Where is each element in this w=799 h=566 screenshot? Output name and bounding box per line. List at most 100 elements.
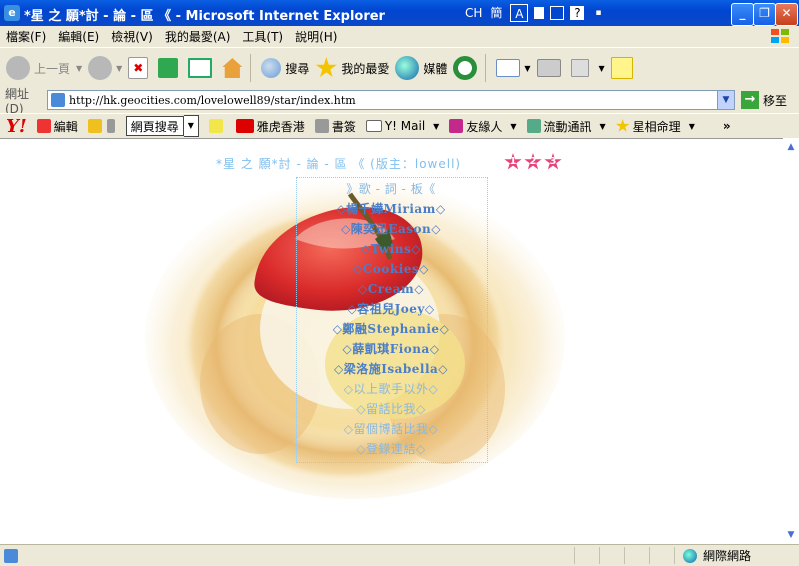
- ime-help-icon[interactable]: ?: [570, 6, 585, 20]
- scroll-up-icon[interactable]: ▲: [786, 142, 796, 152]
- nav-twins[interactable]: ◇Twins◇: [296, 239, 486, 259]
- nav-fiona[interactable]: ◇薛凱琪Fiona◇: [296, 339, 486, 359]
- restore-button[interactable]: ❐: [753, 3, 776, 26]
- title-bar: e *星 之 願*討 - 論 - 區 《 - Microsoft Interne…: [0, 0, 799, 26]
- nav-cream[interactable]: ◇Cream◇: [296, 279, 486, 299]
- yahoo-edit-button[interactable]: 編輯: [36, 118, 78, 135]
- forward-button[interactable]: ▼: [88, 51, 122, 85]
- ime-toolbar[interactable]: CH 簡 A ? ▪: [465, 4, 606, 22]
- ime-pad-icon[interactable]: [550, 6, 565, 20]
- security-zone: 網際網路: [703, 549, 752, 563]
- nav-other-singers[interactable]: ◇以上歌手以外◇: [296, 379, 486, 399]
- search-button[interactable]: 搜尋: [261, 51, 309, 85]
- note-icon: [610, 57, 633, 79]
- nav-links[interactable]: ◇登錄連結◇: [296, 439, 486, 459]
- yahoo-alert-button[interactable]: [87, 119, 105, 133]
- star-badge-1: 1: [504, 153, 522, 170]
- mobile-link[interactable]: 流動通訊 ▼: [526, 118, 606, 135]
- address-dropdown-icon[interactable]: ▼: [717, 91, 734, 109]
- highlight-button[interactable]: [208, 119, 226, 133]
- yahoo-search-select[interactable]: 網頁搜尋: [125, 116, 184, 136]
- back-arrow-icon: [6, 56, 30, 80]
- envelope-icon: [365, 120, 382, 132]
- ime-mode[interactable]: 簡: [488, 4, 504, 22]
- mail-button[interactable]: ▼: [496, 51, 531, 85]
- nav-stephanie[interactable]: ◇鄭融Stephanie◇: [296, 319, 486, 339]
- page-icon: [51, 93, 65, 107]
- close-button[interactable]: ✕: [775, 3, 798, 26]
- history-button[interactable]: [453, 51, 481, 85]
- astrology-dropdown-icon[interactable]: ▼: [689, 122, 695, 131]
- stop-button[interactable]: ✖: [128, 51, 152, 85]
- search-dropdown-icon[interactable]: ▼: [183, 115, 199, 137]
- yahoo-hk-link[interactable]: 雅虎香港: [235, 118, 305, 135]
- book-icon: [314, 119, 329, 133]
- media-button[interactable]: 媒體: [395, 51, 447, 85]
- mail-dropdown-icon[interactable]: ▼: [524, 64, 530, 73]
- menu-tools[interactable]: 工具(T): [236, 28, 289, 45]
- edit-page-dropdown-icon[interactable]: ▼: [599, 64, 605, 73]
- edit-page-button[interactable]: ▼: [570, 51, 605, 85]
- nav-miriam[interactable]: ◇楊千嬅Miriam◇: [296, 199, 486, 219]
- nav-list: 》歌 - 詞 - 板《 ◇楊千嬅Miriam◇ ◇陳奕迅Eason◇ ◇Twin…: [296, 179, 486, 459]
- nav-blog-message[interactable]: ◇留個博話比我◇: [296, 419, 486, 439]
- back-dropdown-icon[interactable]: ▼: [76, 64, 82, 73]
- standard-toolbar: 上一頁 ▼ ▼ ✖ 搜尋 我的最愛 媒體 ▼ ▼: [0, 47, 799, 89]
- astrology-link[interactable]: 星相命理 ▼: [615, 118, 695, 135]
- back-button[interactable]: 上一頁 ▼: [6, 51, 82, 85]
- ime-lang[interactable]: CH: [465, 4, 482, 22]
- windows-logo-icon: [771, 29, 789, 43]
- nav-joey[interactable]: ◇容祖兒Joey◇: [296, 299, 486, 319]
- mobile-dropdown-icon[interactable]: ▼: [600, 122, 606, 131]
- nav-guestbook[interactable]: ◇留話比我◇: [296, 399, 486, 419]
- ie-icon: e: [4, 5, 20, 21]
- pencil-icon: [36, 119, 51, 133]
- nav-lyrics-board[interactable]: 》歌 - 詞 - 板《: [296, 179, 486, 199]
- bookmarks-link[interactable]: 書簽: [314, 118, 356, 135]
- menu-help[interactable]: 說明(H): [289, 28, 343, 45]
- menu-favorites[interactable]: 我的最愛(A): [159, 28, 237, 45]
- nav-cookies[interactable]: ◇Cookies◇: [296, 259, 486, 279]
- printer-icon: [536, 59, 561, 77]
- messenger-button[interactable]: [610, 51, 637, 85]
- star-icon: [315, 57, 337, 78]
- nav-eason[interactable]: ◇陳奕迅Eason◇: [296, 219, 486, 239]
- personals-dropdown-icon[interactable]: ▼: [510, 122, 516, 131]
- ime-width[interactable]: A: [510, 4, 529, 22]
- go-button[interactable]: 移至: [763, 92, 787, 109]
- bell-icon: [87, 119, 102, 133]
- scroll-down-icon[interactable]: ▼: [786, 530, 796, 540]
- go-arrow-icon[interactable]: →: [741, 91, 759, 109]
- refresh-button[interactable]: [158, 51, 182, 85]
- ime-half-icon[interactable]: [534, 7, 545, 19]
- address-input[interactable]: http://hk.geocities.com/lovelowell89/sta…: [47, 90, 735, 110]
- mail-icon: [496, 59, 521, 77]
- key-icon: [106, 119, 115, 133]
- nav-isabella[interactable]: ◇梁洛施Isabella◇: [296, 359, 486, 379]
- switch-view-button[interactable]: [188, 51, 216, 85]
- address-url: http://hk.geocities.com/lovelowell89/sta…: [69, 93, 356, 107]
- status-cell: [625, 547, 650, 564]
- globe-icon: [683, 548, 697, 563]
- minimize-button[interactable]: _: [731, 3, 754, 26]
- yahoo-logo[interactable]: Y!: [6, 116, 27, 137]
- status-page-icon: [4, 548, 18, 563]
- heart-icon: [449, 119, 464, 133]
- print-button[interactable]: [536, 51, 565, 85]
- toolbar-separator: [485, 54, 487, 82]
- home-button[interactable]: [222, 51, 246, 85]
- favorites-button[interactable]: 我的最愛: [315, 51, 389, 85]
- ime-menu-icon[interactable]: ▪: [590, 4, 606, 22]
- forward-dropdown-icon[interactable]: ▼: [116, 64, 122, 73]
- mail-link[interactable]: Y! Mail ▼: [365, 119, 439, 133]
- menu-view[interactable]: 檢視(V): [105, 28, 159, 45]
- menu-bar: 檔案(F) 編輯(E) 檢視(V) 我的最愛(A) 工具(T) 說明(H): [0, 26, 799, 46]
- status-cell: [600, 547, 625, 564]
- menu-edit[interactable]: 編輯(E): [52, 28, 105, 45]
- mail-link-dropdown-icon[interactable]: ▼: [433, 122, 439, 131]
- personals-link[interactable]: 友緣人 ▼: [449, 118, 517, 135]
- menu-file[interactable]: 檔案(F): [0, 28, 52, 45]
- toolbar-more-button[interactable]: »: [723, 119, 731, 133]
- vertical-scrollbar[interactable]: ▲ ▼: [783, 138, 799, 544]
- yahoo-key-button[interactable]: [106, 119, 118, 133]
